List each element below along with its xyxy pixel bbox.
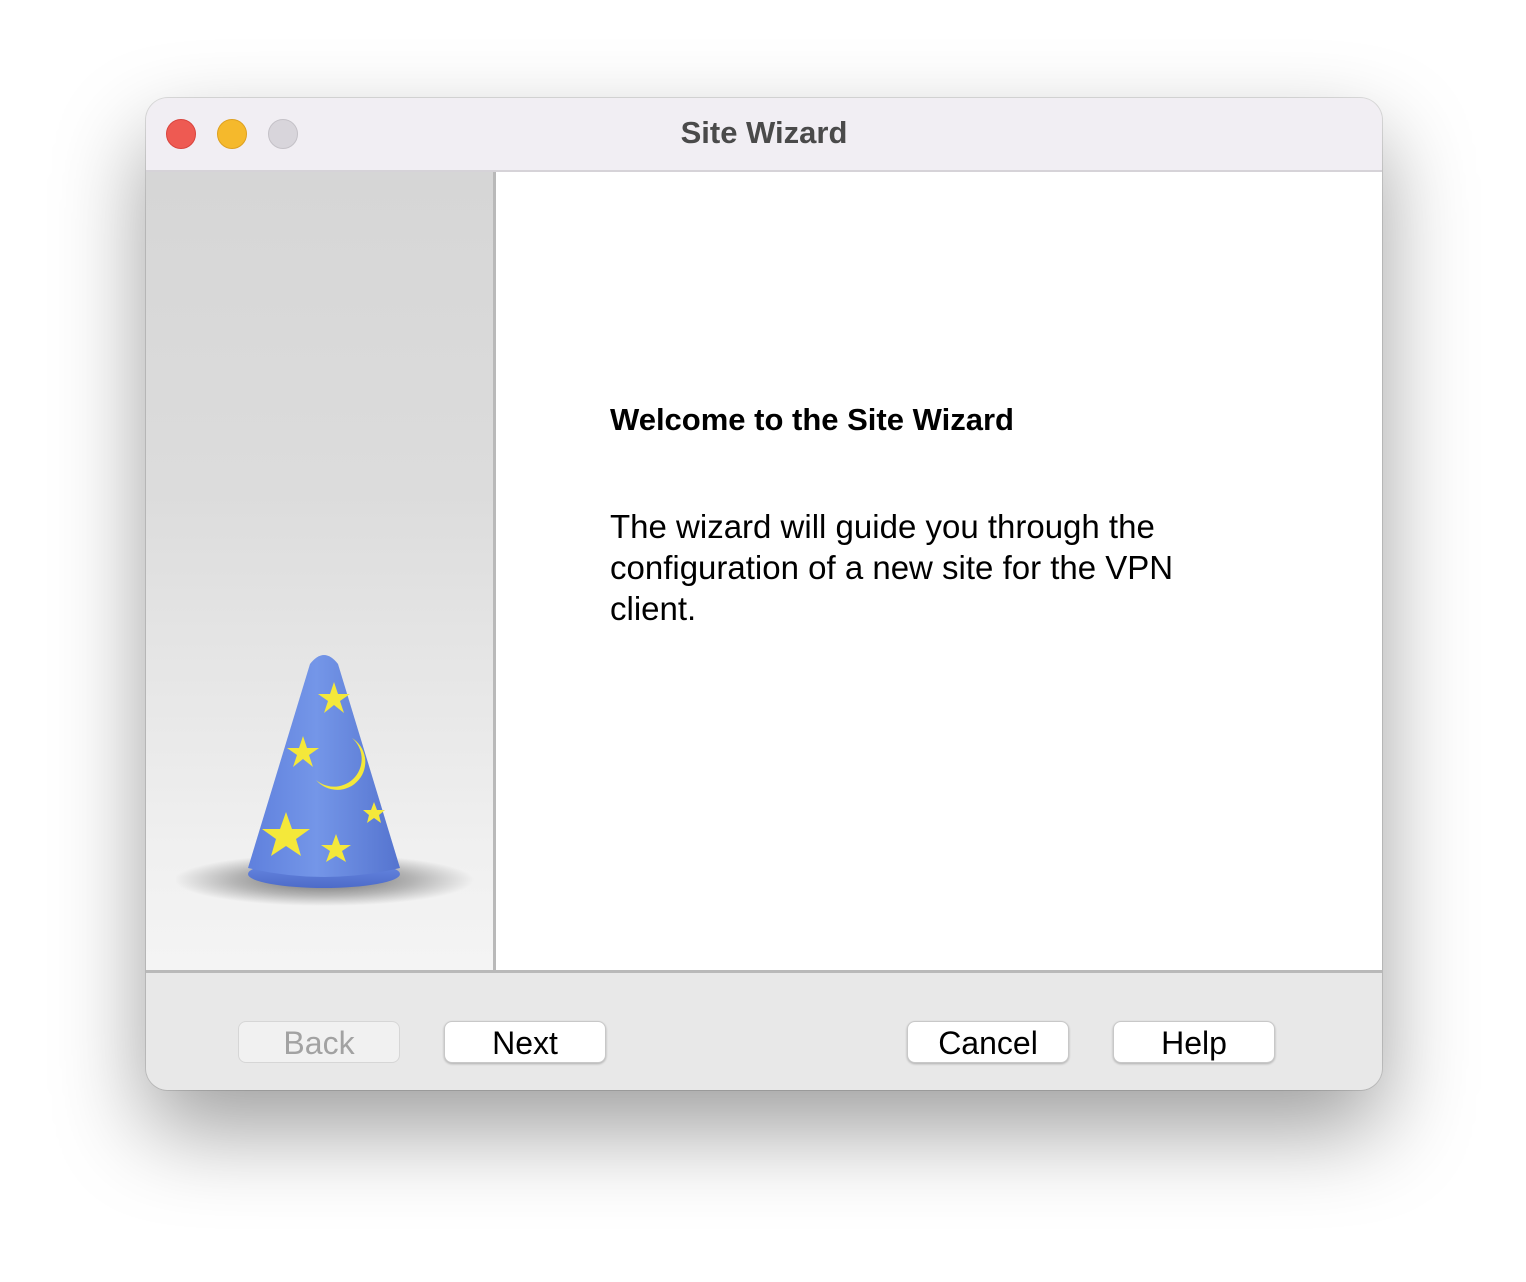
button-bar: Back Next Cancel Help	[146, 973, 1382, 1090]
help-button[interactable]: Help	[1113, 1021, 1275, 1063]
wizard-content-pane: Welcome to the Site Wizard The wizard wi…	[496, 172, 1382, 970]
title-bar[interactable]: Site Wizard	[146, 98, 1382, 172]
back-button[interactable]: Back	[238, 1021, 400, 1063]
cancel-button[interactable]: Cancel	[907, 1021, 1069, 1063]
page-description: The wizard will guide you through the co…	[610, 508, 1174, 627]
wizard-sidebar	[146, 172, 496, 970]
page-heading: Welcome to the Site Wizard	[610, 402, 1014, 437]
site-wizard-window: Site Wizard Welcome to the Site Wizard T…	[146, 98, 1382, 1090]
window-title: Site Wizard	[680, 115, 848, 150]
wizard-hat-icon	[176, 655, 474, 906]
next-button[interactable]: Next	[444, 1021, 606, 1063]
